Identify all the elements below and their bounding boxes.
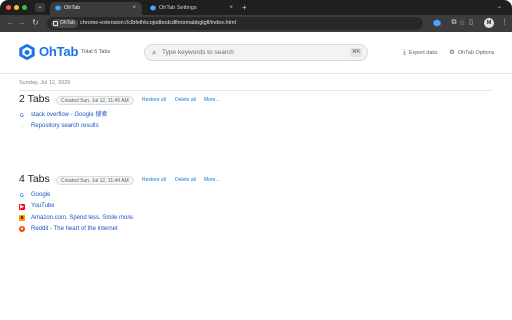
browser-window: ⌄ OhTab × OhTab Settings × + ⌄ ← → ↻ OhT… bbox=[0, 0, 512, 320]
tab-group-title: 2 Tabs bbox=[19, 93, 50, 105]
minimize-window-button[interactable] bbox=[14, 5, 19, 10]
created-time-badge: Created Sun, Jul 12, 11:44 AM bbox=[56, 176, 134, 185]
delete-all-button[interactable]: Delete all bbox=[175, 176, 196, 185]
ohtab-extension-icon[interactable] bbox=[432, 18, 442, 28]
saved-tab-link[interactable]: Reddit - The heart of the internet bbox=[31, 224, 118, 235]
tab-group: 4 Tabs Created Sun, Jul 12, 11:44 AM Res… bbox=[19, 173, 499, 233]
search-icon: ⌕ bbox=[152, 48, 157, 57]
saved-tab-link[interactable]: YouTube bbox=[31, 201, 55, 212]
delete-all-button[interactable]: Delete all bbox=[175, 96, 196, 105]
bookmark-star-icon[interactable]: ☆ bbox=[459, 17, 465, 30]
download-icon: ⤓ bbox=[403, 49, 406, 56]
app-logo-text: OhTab bbox=[39, 44, 79, 59]
ohtab-favicon-icon bbox=[55, 5, 61, 11]
divider bbox=[19, 90, 492, 91]
address-bar[interactable]: OhTab chrome-extension://clbfelhkcojodbo… bbox=[47, 17, 465, 30]
url-text[interactable]: chrome-extension://clbfelhkcojodbodcdlhn… bbox=[80, 17, 236, 30]
ohtab-favicon-icon bbox=[150, 5, 156, 11]
reddit-icon: ● bbox=[19, 226, 25, 233]
google-icon: G bbox=[20, 192, 24, 199]
close-window-button[interactable] bbox=[6, 5, 11, 10]
more-button[interactable]: More... bbox=[204, 176, 220, 185]
google-icon: G bbox=[20, 112, 24, 119]
ohtab-logo-icon bbox=[19, 43, 35, 61]
more-button[interactable]: More... bbox=[204, 96, 220, 105]
tab-ohtab-settings[interactable]: OhTab Settings × bbox=[145, 2, 239, 15]
ohtab-page: OhTab Total 6 Tabs ⌕ ⌘K ⤓Export data ⚙Oh… bbox=[0, 32, 512, 320]
export-data-button[interactable]: ⤓ Export data bbox=[403, 49, 437, 57]
browser-toolbar: ← → ↻ OhTab chrome-extension://clbfelhkc… bbox=[0, 15, 512, 32]
tab-group-header: 2 Tabs Created Sun, Jul 12, 11:45 AM Res… bbox=[19, 93, 499, 107]
ohtab-options-label: OhTab Options bbox=[457, 50, 495, 56]
restore-all-button[interactable]: Restore all bbox=[142, 176, 166, 185]
tab-close-icon[interactable]: × bbox=[132, 2, 136, 14]
saved-tab-link[interactable]: Google bbox=[31, 190, 50, 201]
created-time-badge: Created Sun, Jul 12, 11:45 AM bbox=[56, 96, 134, 105]
amazon-icon: a bbox=[19, 215, 25, 222]
side-panel-icon[interactable]: ▯ bbox=[466, 18, 476, 28]
tab-close-icon[interactable]: × bbox=[229, 2, 233, 14]
profile-avatar[interactable]: M bbox=[484, 18, 494, 28]
youtube-icon: ▶ bbox=[19, 203, 25, 210]
search-input[interactable] bbox=[162, 46, 342, 59]
tab-label: OhTab Settings bbox=[159, 5, 197, 11]
search-shortcut-badge: ⌘K bbox=[350, 48, 363, 57]
site-info-label: OhTab bbox=[60, 20, 75, 26]
saved-tab-link[interactable]: Repository search results bbox=[31, 121, 99, 132]
tab-label: OhTab bbox=[64, 5, 81, 11]
export-data-label: Export data bbox=[408, 50, 438, 56]
new-tab-button[interactable]: + bbox=[242, 1, 247, 14]
tab-strip: ⌄ OhTab × OhTab Settings × + ⌄ bbox=[0, 0, 512, 15]
page-header: OhTab Total 6 Tabs ⌕ ⌘K ⤓Export data ⚙Oh… bbox=[0, 32, 512, 74]
tab-group: 2 Tabs Created Sun, Jul 12, 11:45 AM Res… bbox=[19, 93, 499, 130]
tab-search-button[interactable]: ⌄ bbox=[35, 3, 45, 12]
reload-icon[interactable]: ↻ bbox=[32, 18, 39, 28]
extensions-puzzle-icon[interactable]: ⧉ bbox=[449, 18, 459, 28]
gear-icon: ⚙ bbox=[449, 49, 455, 56]
restore-all-button[interactable]: Restore all bbox=[142, 96, 166, 105]
tab-group-title: 4 Tabs bbox=[19, 173, 50, 185]
browser-menu-icon[interactable]: ⋮ bbox=[501, 17, 508, 29]
date-heading: Sunday, Jul 12, 2026 bbox=[19, 80, 71, 86]
ohtab-options-button[interactable]: ⚙ OhTab Options bbox=[449, 49, 495, 57]
site-info-chip[interactable]: OhTab bbox=[51, 19, 78, 28]
forward-arrow-icon[interactable]: → bbox=[18, 18, 26, 28]
maximize-window-button[interactable] bbox=[22, 5, 27, 10]
tab-group-header: 4 Tabs Created Sun, Jul 12, 11:44 AM Res… bbox=[19, 173, 499, 187]
tab-ohtab[interactable]: OhTab × bbox=[50, 2, 142, 15]
github-icon: ◦ bbox=[21, 123, 23, 130]
saved-tab-link[interactable]: Amazon.com. Spend less. Smile more. bbox=[31, 213, 134, 224]
back-arrow-icon[interactable]: ← bbox=[6, 18, 14, 28]
tab-groups-list: Sunday, Jul 12, 2026 2 Tabs Created Sun,… bbox=[19, 80, 499, 233]
extension-page-icon bbox=[53, 21, 58, 26]
search-bar[interactable]: ⌕ ⌘K bbox=[144, 44, 368, 61]
saved-tab-link[interactable]: stack overflow - Google 搜索 bbox=[31, 110, 107, 121]
chevron-down-icon[interactable]: ⌄ bbox=[497, 3, 502, 10]
total-tabs-count: Total 6 Tabs bbox=[81, 49, 111, 55]
